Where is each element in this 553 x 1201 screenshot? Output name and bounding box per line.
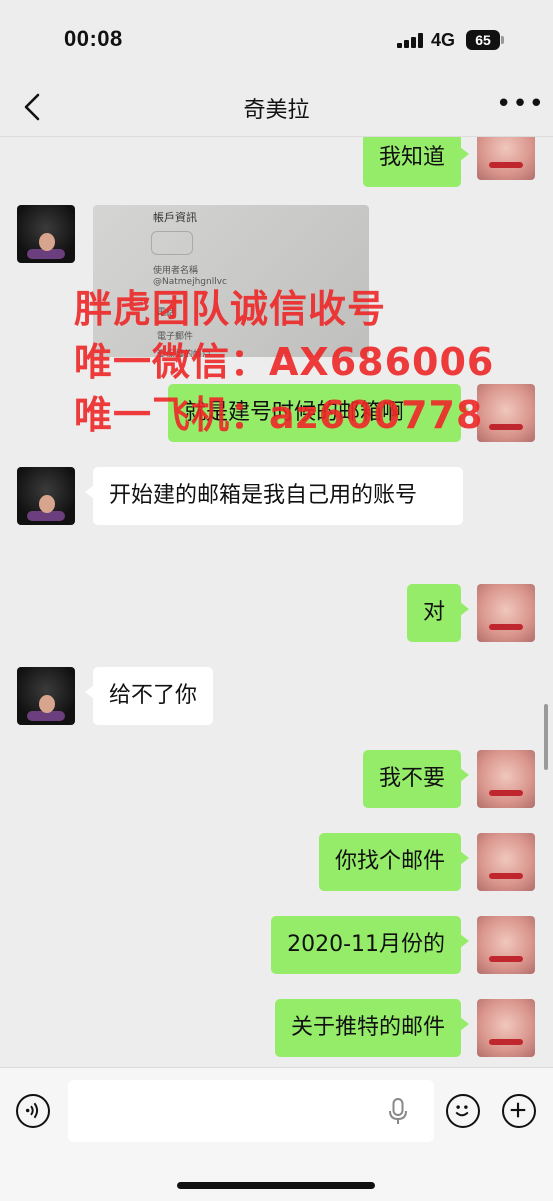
more-functions-button[interactable]	[502, 1094, 536, 1128]
my-avatar[interactable]	[477, 137, 535, 180]
message-bubble[interactable]: 对	[406, 584, 470, 642]
plus-icon	[510, 1102, 526, 1118]
watermark-line: 胖虎团队诚信收号	[74, 287, 387, 331]
message-input[interactable]	[68, 1080, 434, 1142]
message-text: 对	[422, 600, 445, 625]
my-avatar[interactable]	[477, 833, 535, 891]
voice-wave-icon	[25, 1102, 39, 1119]
watermark-line: 唯一微信：AX686006	[74, 340, 495, 384]
emoji-button[interactable]	[446, 1094, 480, 1128]
signal-icon	[397, 32, 425, 48]
message-text: 你找个邮件	[334, 849, 445, 874]
message-text: 2020-11月份的	[287, 932, 445, 957]
network-type: 4G	[431, 30, 456, 50]
message-text: 我不要	[378, 766, 445, 791]
chat-title: 奇美拉	[243, 98, 310, 123]
image-text: 使用者名稱	[153, 266, 199, 276]
contact-avatar[interactable]	[17, 667, 75, 725]
status-time: 00:08	[64, 26, 123, 51]
chat-message-list[interactable]: 我知道 帳戶資訊 使用者名稱 @Natmejhgnllvc 電話 電子郵件 受保…	[0, 137, 553, 1067]
message-text: 关于推特的邮件	[290, 1015, 445, 1040]
voice-toggle-button[interactable]	[16, 1094, 50, 1128]
input-bar	[0, 1067, 553, 1201]
chat-header: 奇美拉 •••	[0, 80, 553, 137]
contact-avatar[interactable]	[17, 205, 75, 263]
message-bubble[interactable]: 我不要	[362, 750, 470, 808]
message-bubble[interactable]: 给不了你	[84, 667, 214, 725]
home-indicator	[177, 1182, 375, 1189]
message-text: 给不了你	[109, 683, 198, 708]
emoji-icon	[455, 1105, 469, 1117]
image-field	[151, 231, 193, 255]
my-avatar[interactable]	[477, 584, 535, 642]
message-bubble[interactable]: 开始建的邮箱是我自己用的账号	[85, 467, 463, 525]
my-avatar[interactable]	[477, 999, 535, 1057]
image-text: 帳戶資訊	[153, 211, 197, 224]
message-text: 开始建的邮箱是我自己用的账号	[109, 483, 418, 508]
watermark-line: 唯一飞机：az600778	[74, 393, 484, 437]
message-bubble[interactable]: 你找个邮件	[318, 833, 470, 891]
status-bar: 00:08 4G 65	[0, 0, 553, 80]
contact-avatar[interactable]	[17, 467, 75, 525]
my-avatar[interactable]	[477, 916, 535, 974]
message-bubble[interactable]: 关于推特的邮件	[274, 999, 470, 1057]
battery-tip	[501, 36, 504, 44]
my-avatar[interactable]	[477, 750, 535, 808]
more-options-icon[interactable]: •••	[496, 91, 545, 117]
microphone-icon[interactable]	[388, 1098, 408, 1126]
scrollbar[interactable]	[544, 704, 548, 770]
battery-icon: 65	[466, 30, 500, 50]
message-text: 我知道	[378, 145, 445, 170]
message-bubble[interactable]: 我知道	[362, 137, 470, 187]
message-bubble[interactable]: 2020-11月份的	[271, 916, 469, 974]
my-avatar[interactable]	[477, 384, 535, 442]
image-message[interactable]: 帳戶資訊 使用者名稱 @Natmejhgnllvc 電話 電子郵件 受保護的帳戶	[93, 205, 369, 357]
